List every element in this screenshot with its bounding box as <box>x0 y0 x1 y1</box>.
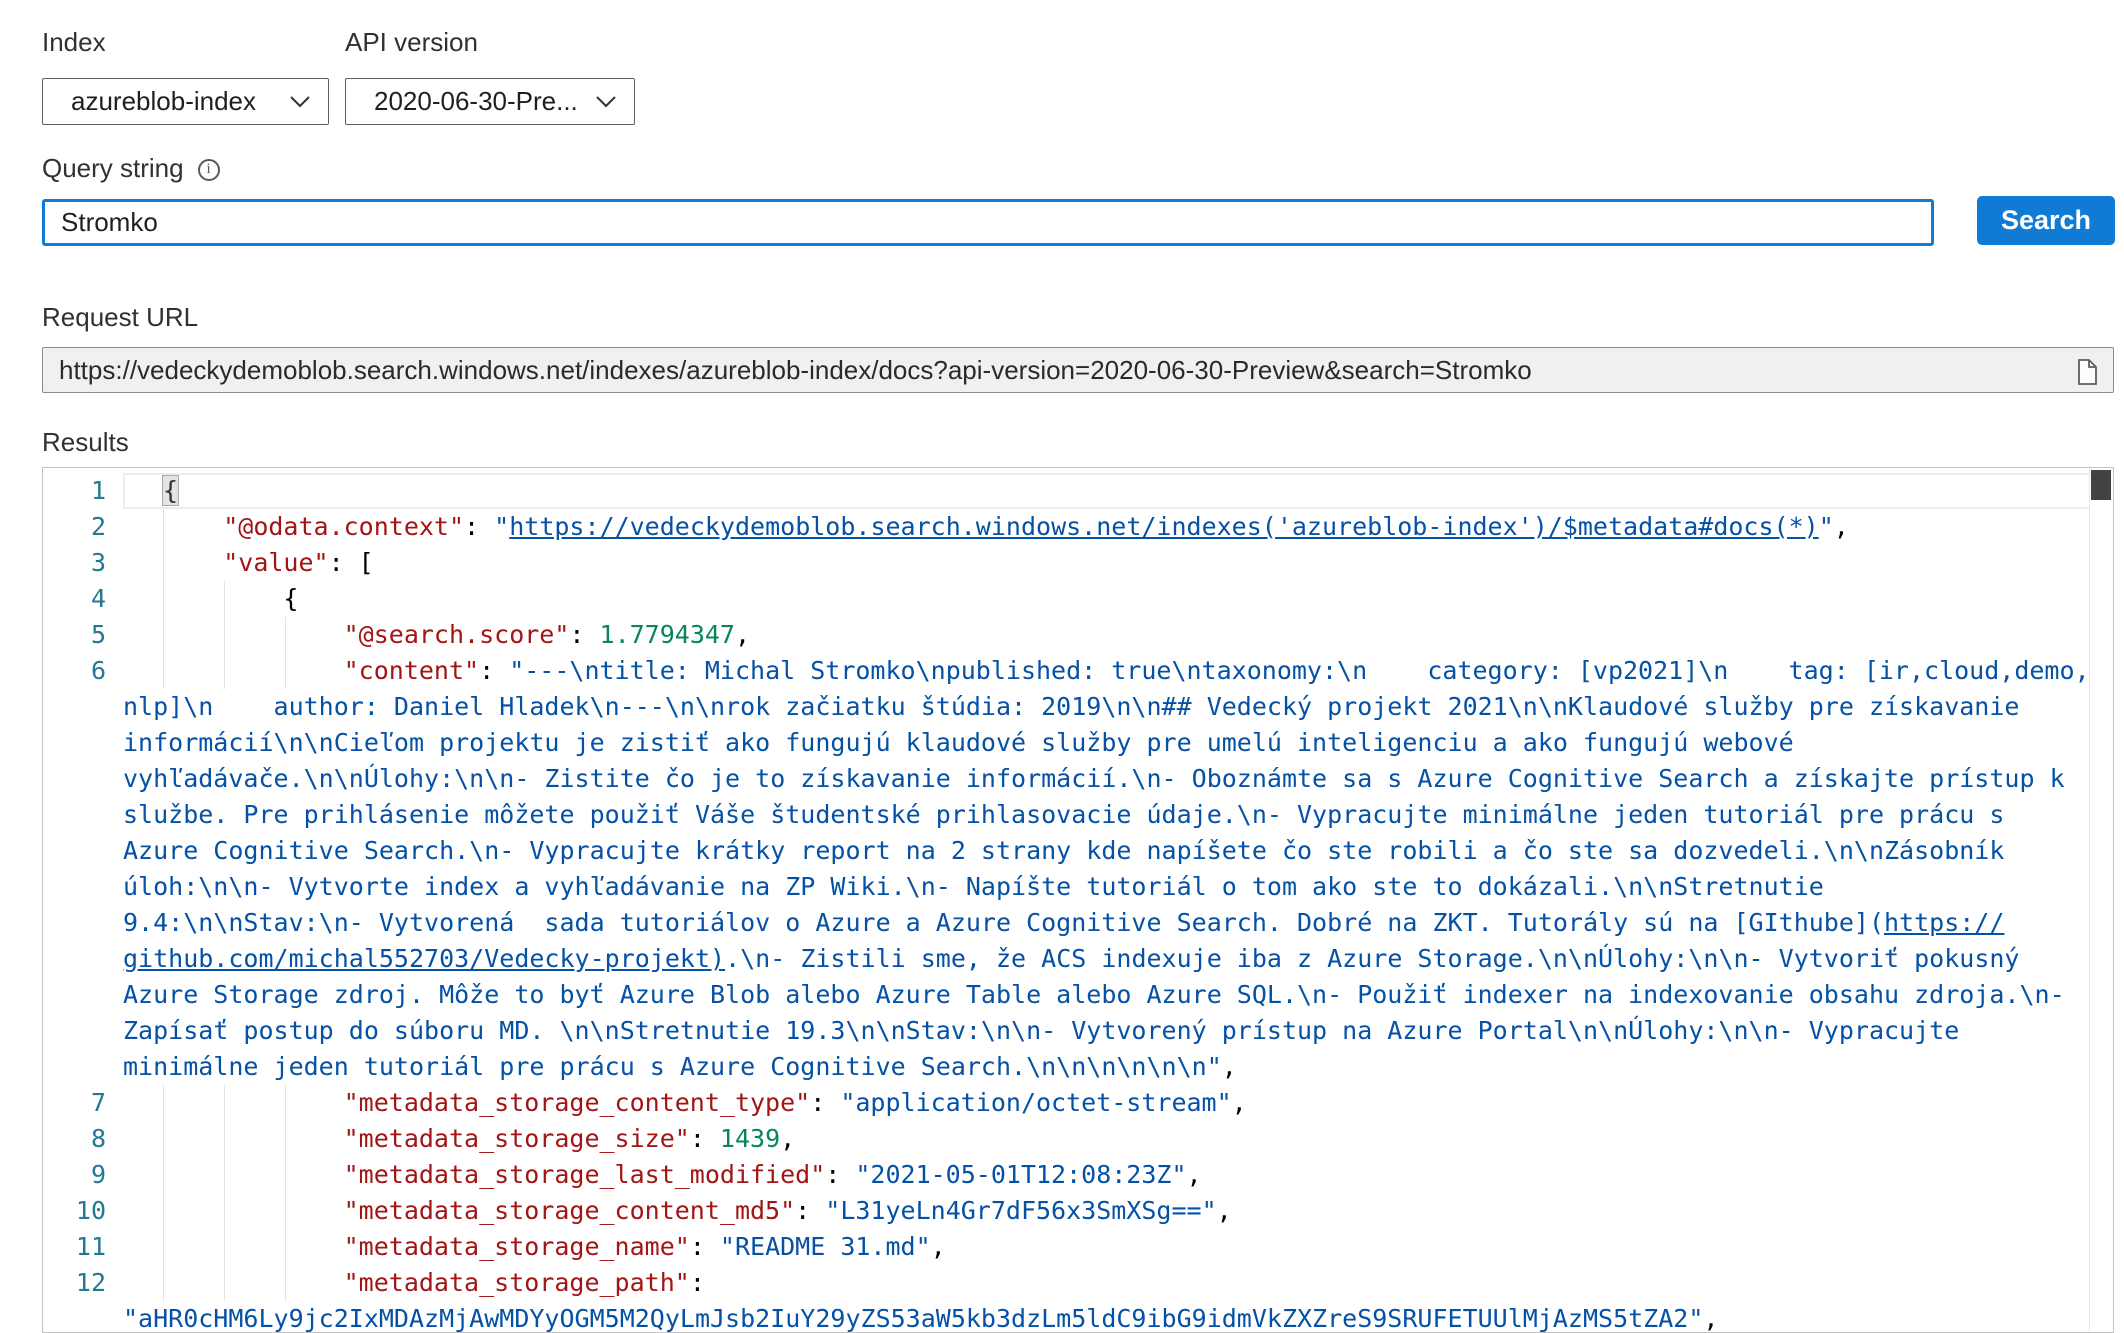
editor-row: 11 "metadata_storage_name": "README 31.m… <box>43 1229 2113 1265</box>
editor-row: 12 "metadata_storage_path": <box>43 1265 2113 1301</box>
editor-row: 5 "@search.score": 1.7794347, <box>43 617 2113 653</box>
line-number: 9 <box>43 1157 106 1193</box>
editor-row: 9 "metadata_storage_last_modified": "202… <box>43 1157 2113 1193</box>
copy-button[interactable] <box>2071 356 2101 388</box>
request-url-label: Request URL <box>42 302 198 333</box>
line-number: 1 <box>43 473 106 509</box>
editor-row: úloh:\n\n- Vytvorte index a vyhľadávanie… <box>43 869 2113 905</box>
line-number: 8 <box>43 1121 106 1157</box>
query-string-label: Query string <box>42 153 184 184</box>
results-editor[interactable]: 1{2 "@odata.context": "https://vedeckyde… <box>42 467 2114 1333</box>
editor-row: 3 "value": [ <box>43 545 2113 581</box>
editor-scrollbar-thumb[interactable] <box>2091 470 2111 500</box>
line-number: 12 <box>43 1265 106 1301</box>
copy-icon <box>2072 376 2100 391</box>
line-number <box>43 689 106 725</box>
line-number: 4 <box>43 581 106 617</box>
line-number <box>43 1013 106 1049</box>
api-version-dropdown-value: 2020-06-30-Pre... <box>374 86 578 117</box>
line-number <box>43 977 106 1013</box>
editor-row: 4 { <box>43 581 2113 617</box>
editor-row: službe. Pre prihlásenie môžete použiť Vá… <box>43 797 2113 833</box>
line-number <box>43 761 106 797</box>
line-number: 11 <box>43 1229 106 1265</box>
api-version-label: API version <box>345 27 478 58</box>
query-input[interactable] <box>42 199 1934 246</box>
api-version-dropdown[interactable]: 2020-06-30-Pre... <box>345 78 635 125</box>
search-button[interactable]: Search <box>1977 196 2115 245</box>
index-label: Index <box>42 27 106 58</box>
request-url-field: https://vedeckydemoblob.search.windows.n… <box>42 347 2114 393</box>
results-label: Results <box>42 427 129 458</box>
editor-row: 2 "@odata.context": "https://vedeckydemo… <box>43 509 2113 545</box>
editor-scrollbar[interactable] <box>2089 468 2113 1332</box>
line-number <box>43 1301 106 1333</box>
request-url-text: https://vedeckydemoblob.search.windows.n… <box>59 355 1532 386</box>
line-number: 5 <box>43 617 106 653</box>
editor-row: 6 "content": "---\ntitle: Michal Stromko… <box>43 653 2113 689</box>
editor-row: vyhľadávače.\n\nÚlohy:\n\n- Zistite čo j… <box>43 761 2113 797</box>
line-number <box>43 905 106 941</box>
results-editor-rows: 1{2 "@odata.context": "https://vedeckyde… <box>43 473 2113 1333</box>
chevron-down-icon <box>596 96 616 108</box>
line-number <box>43 941 106 977</box>
editor-row: 7 "metadata_storage_content_type": "appl… <box>43 1085 2113 1121</box>
line-number: 6 <box>43 653 106 689</box>
line-number <box>43 725 106 761</box>
editor-row: 8 "metadata_storage_size": 1439, <box>43 1121 2113 1157</box>
editor-row: 1{ <box>43 473 2113 509</box>
chevron-down-icon <box>290 96 310 108</box>
editor-row: github.com/michal552703/Vedecky-projekt)… <box>43 941 2113 977</box>
line-number <box>43 869 106 905</box>
search-explorer-page: { "controls": { "index_label": "Index", … <box>0 0 2124 1332</box>
line-number: 10 <box>43 1193 106 1229</box>
line-number <box>43 1049 106 1085</box>
line-number: 7 <box>43 1085 106 1121</box>
index-dropdown-value: azureblob-index <box>71 86 256 117</box>
line-number: 3 <box>43 545 106 581</box>
editor-row: nlp]\n author: Daniel Hladek\n---\n\nrok… <box>43 689 2113 725</box>
editor-row: informácií\n\nCieľom projektu je zistiť … <box>43 725 2113 761</box>
line-number: 2 <box>43 509 106 545</box>
editor-row: Zapísať postup do súboru MD. \n\nStretnu… <box>43 1013 2113 1049</box>
editor-row: Azure Cognitive Search.\n- Vypracujte kr… <box>43 833 2113 869</box>
line-number <box>43 833 106 869</box>
editor-row: 10 "metadata_storage_content_md5": "L31y… <box>43 1193 2113 1229</box>
editor-row: Azure Storage zdroj. Môže to byť Azure B… <box>43 977 2113 1013</box>
info-icon[interactable]: i <box>198 159 220 181</box>
line-number <box>43 797 106 833</box>
editor-row: 9.4:\n\nStav:\n- Vytvorená sada tutoriál… <box>43 905 2113 941</box>
index-dropdown[interactable]: azureblob-index <box>42 78 329 125</box>
editor-row: minimálne jeden tutoriál pre prácu s Azu… <box>43 1049 2113 1085</box>
editor-row: "aHR0cHM6Ly9jc2IxMDAzMjAwMDYyOGM5M2QyLmJ… <box>43 1301 2113 1333</box>
